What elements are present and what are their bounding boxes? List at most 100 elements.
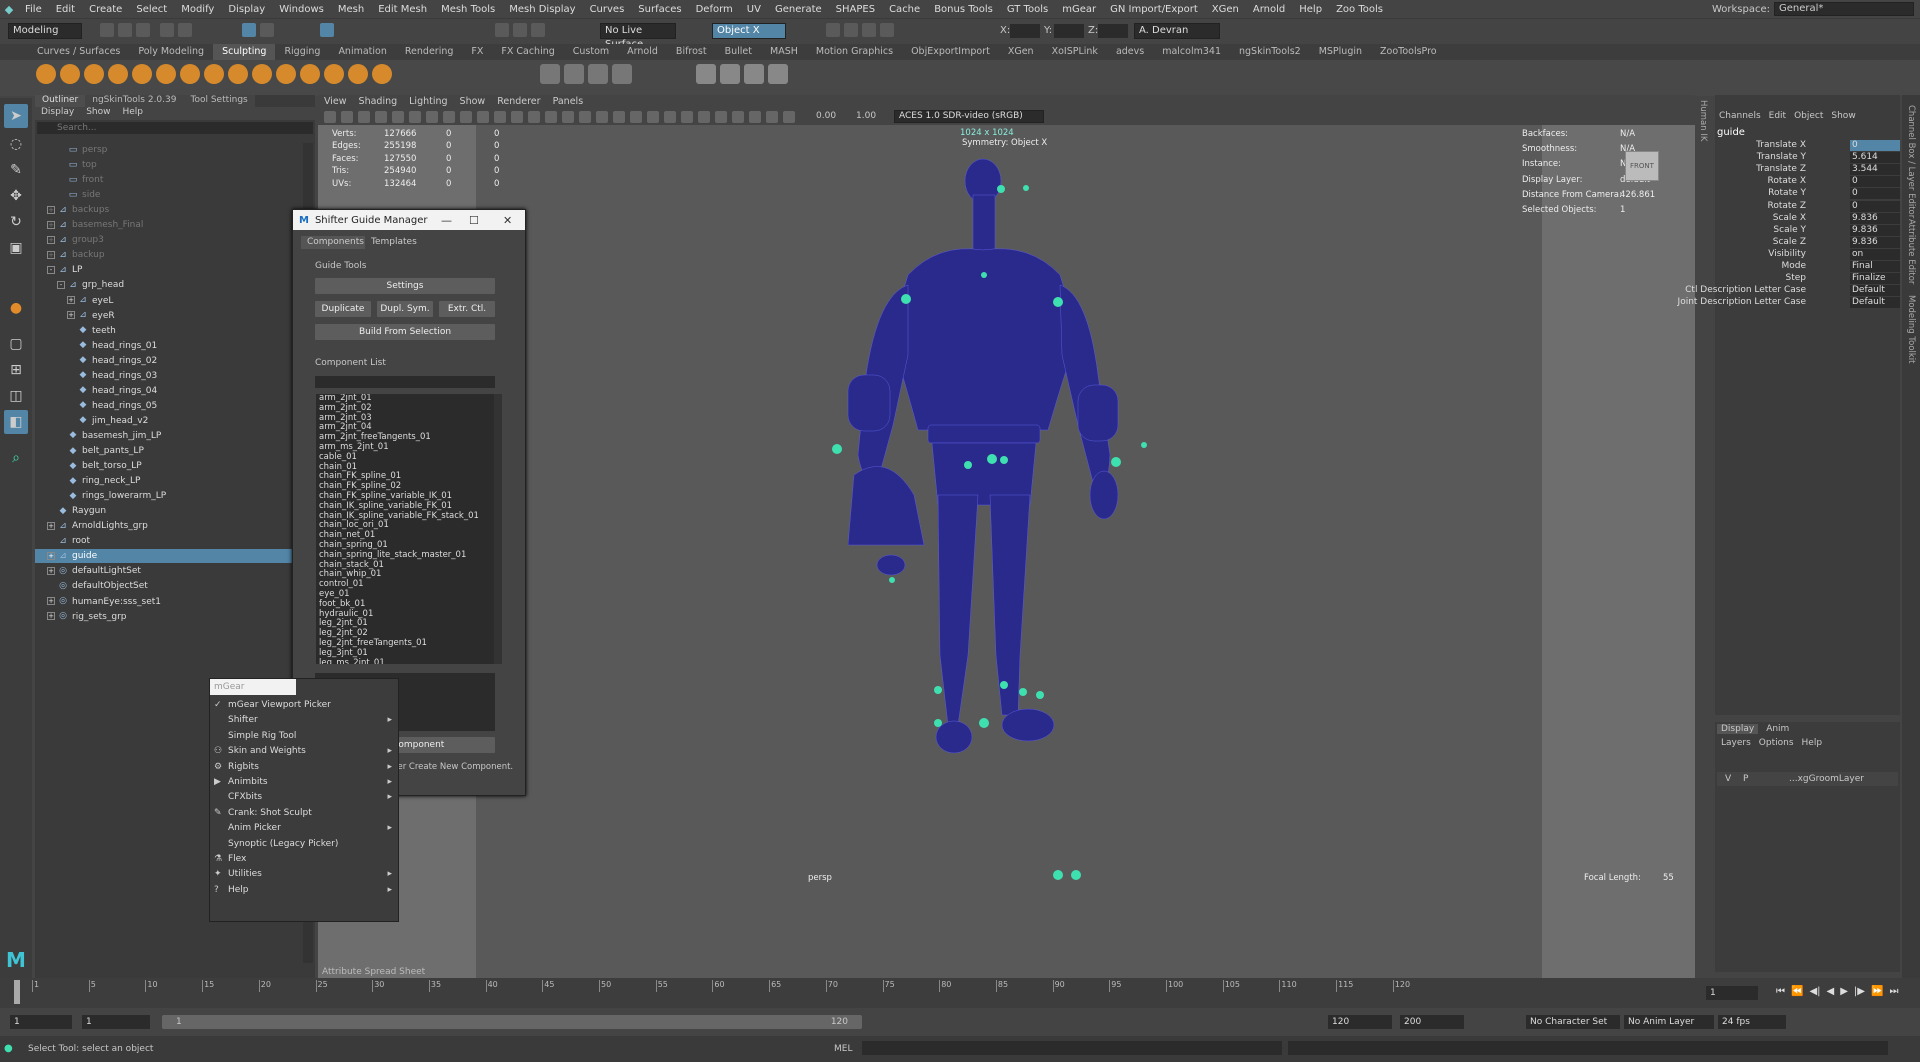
component-list-item[interactable]: leg_ms_2jnt_01 [316, 658, 494, 664]
channel-row[interactable]: Scale Y 9.836 [1715, 224, 1900, 237]
shelf-tab-adevs[interactable]: adevs [1107, 44, 1153, 60]
channel-value[interactable]: Default [1850, 297, 1900, 309]
channel-row[interactable]: Ctl Description Letter Case Default [1685, 285, 1900, 297]
fps-dropdown[interactable]: 24 fps [1718, 1015, 1786, 1029]
shelf-tool-icon[interactable] [588, 64, 608, 84]
channel-value[interactable]: Finalize [1850, 273, 1900, 285]
channel-value[interactable]: Default [1850, 285, 1900, 297]
viewport-toolbar-icon[interactable] [545, 111, 557, 123]
shelf-tab-fx[interactable]: FX [462, 44, 492, 60]
step-forward-key-icon[interactable]: ⏩ [1871, 986, 1883, 997]
tab-display-layers[interactable]: Display [1717, 724, 1759, 734]
mgear-menu-item[interactable]: Simple Rig Tool [210, 728, 398, 744]
tab-modeling-toolkit[interactable]: Modeling Toolkit [1906, 295, 1916, 364]
viewport-toolbar-icon[interactable] [664, 111, 676, 123]
outliner-row[interactable]: ◆ head_rings_04 [35, 384, 293, 398]
viewport-menu-item[interactable]: Panels [547, 95, 590, 109]
outliner-tab[interactable]: Tool Settings [183, 95, 255, 107]
layer-row[interactable]: V P ...xgGroomLayer [1717, 772, 1898, 786]
expand-icon[interactable]: + [47, 597, 55, 605]
channel-menu-item[interactable]: Channels [1715, 111, 1765, 121]
z-field[interactable] [1098, 24, 1128, 38]
y-field[interactable] [1054, 24, 1084, 38]
single-view-icon[interactable]: ▢ [4, 332, 28, 356]
menu-gt-tools[interactable]: GT Tools [1000, 4, 1055, 15]
select-by-object-icon[interactable] [260, 23, 274, 37]
tab-human-ik[interactable]: Human IK [1698, 100, 1708, 141]
menu-deform[interactable]: Deform [689, 4, 740, 15]
new-scene-icon[interactable] [100, 23, 114, 37]
viewport-menu-item[interactable]: Lighting [403, 95, 453, 109]
outliner-search-input[interactable]: Search... [37, 122, 313, 134]
channel-row[interactable]: Joint Description Letter Case Default [1678, 297, 1900, 309]
viewport-toolbar-icon[interactable] [732, 111, 744, 123]
outliner-menu-item[interactable]: Help [116, 107, 149, 120]
menu-mesh-display[interactable]: Mesh Display [502, 4, 582, 15]
layer-menu-item[interactable]: Options [1755, 738, 1798, 748]
sculpt-brush-icon[interactable] [156, 64, 176, 84]
workspace-dropdown[interactable]: General* [1774, 2, 1914, 16]
layer-menu-item[interactable]: Layers [1717, 738, 1755, 748]
settings-button[interactable]: Settings [315, 278, 495, 294]
viewport-toolbar-icon[interactable] [579, 111, 591, 123]
viewport-toolbar-icon[interactable] [528, 111, 540, 123]
channel-value[interactable]: Final [1850, 261, 1900, 272]
expand-icon[interactable]: + [47, 566, 55, 575]
viewport-menu-item[interactable]: Show [454, 95, 492, 109]
channel-value[interactable]: 3.544 [1850, 164, 1900, 176]
mgear-menu-item[interactable]: ✎ Crank: Shot Sculpt [210, 805, 398, 821]
shelf-tab-fx-caching[interactable]: FX Caching [492, 44, 563, 60]
outliner-row[interactable]: ⊿ root [35, 534, 293, 548]
viewport-menu-item[interactable]: Shading [353, 95, 404, 109]
layer-visible-toggle[interactable]: V [1725, 772, 1731, 786]
play-back-icon[interactable]: ◀ [1827, 986, 1835, 997]
outliner-row[interactable]: ◆ ring_neck_LP [35, 474, 293, 488]
menu-uv[interactable]: UV [740, 4, 768, 15]
playback-end-field[interactable]: 120 [1328, 1015, 1392, 1029]
viewport-toolbar-icon[interactable] [426, 111, 438, 123]
mgear-menu-item[interactable]: ? Help ▸ [210, 882, 398, 898]
viewport-toolbar-icon[interactable] [630, 111, 642, 123]
shelf-tab-malcolm341[interactable]: malcolm341 [1153, 44, 1230, 60]
select-tool-icon[interactable]: ➤ [4, 104, 28, 128]
undo-icon[interactable] [160, 23, 174, 37]
channel-row[interactable]: Visibility on [1715, 248, 1900, 261]
layer-menu-item[interactable]: Help [1798, 738, 1827, 748]
channel-value[interactable]: 0 [1850, 188, 1900, 200]
viewport-toolbar-icon[interactable] [494, 111, 506, 123]
shelf-tab-rigging[interactable]: Rigging [275, 44, 329, 60]
outliner-row[interactable]: + ⊿ ArnoldLights_grp [35, 519, 293, 533]
shelf-tab-curves-surfaces[interactable]: Curves / Surfaces [28, 44, 129, 60]
mgear-menu-item[interactable]: ⚇ Skin and Weights ▸ [210, 743, 398, 759]
viewport-toolbar-icon[interactable] [375, 111, 387, 123]
snap-point-icon[interactable] [531, 23, 545, 37]
paint-select-icon[interactable]: ✎ [4, 158, 28, 182]
mgear-menu-item[interactable]: Anim Picker ▸ [210, 820, 398, 836]
range-slider[interactable]: 1 120 [162, 1015, 862, 1029]
outliner-row[interactable]: + ⊿ eyeL [35, 294, 293, 308]
menu-generate[interactable]: Generate [768, 4, 829, 15]
outliner-row[interactable]: ◆ belt_torso_LP [35, 459, 293, 473]
viewport-toolbar-icon[interactable] [613, 111, 625, 123]
lasso-select-icon[interactable] [320, 23, 334, 37]
attribute-spreadsheet-tab[interactable]: Attribute Spread Sheet [322, 967, 425, 977]
rotate-tool-icon[interactable]: ↻ [4, 210, 28, 234]
shelf-tool-icon[interactable] [564, 64, 584, 84]
shelf-tab-custom[interactable]: Custom [564, 44, 618, 60]
outliner-row[interactable]: ◆ head_rings_05 [35, 399, 293, 413]
sculpt-brush-icon[interactable] [36, 64, 56, 84]
sculpt-brush-icon[interactable] [228, 64, 248, 84]
viewport-toolbar-icon[interactable] [392, 111, 404, 123]
mgear-menu-item[interactable]: ▶ Animbits ▸ [210, 774, 398, 790]
persp-outliner-icon[interactable]: ◧ [4, 410, 28, 434]
go-to-start-icon[interactable]: ⏮ [1776, 986, 1785, 997]
sculpt-brush-icon[interactable] [60, 64, 80, 84]
anim-layer-dropdown[interactable]: No Anim Layer [1624, 1015, 1714, 1029]
move-tool-icon[interactable]: ✥ [4, 184, 28, 208]
sculpt-brush-icon[interactable] [108, 64, 128, 84]
outliner-menu-item[interactable]: Display [35, 107, 80, 120]
mgear-menu-item[interactable]: Shifter ▸ [210, 712, 398, 728]
menu-zoo-tools[interactable]: Zoo Tools [1329, 4, 1390, 15]
expand-icon[interactable]: + [47, 612, 55, 621]
scale-tool-icon[interactable]: ▣ [4, 236, 28, 260]
